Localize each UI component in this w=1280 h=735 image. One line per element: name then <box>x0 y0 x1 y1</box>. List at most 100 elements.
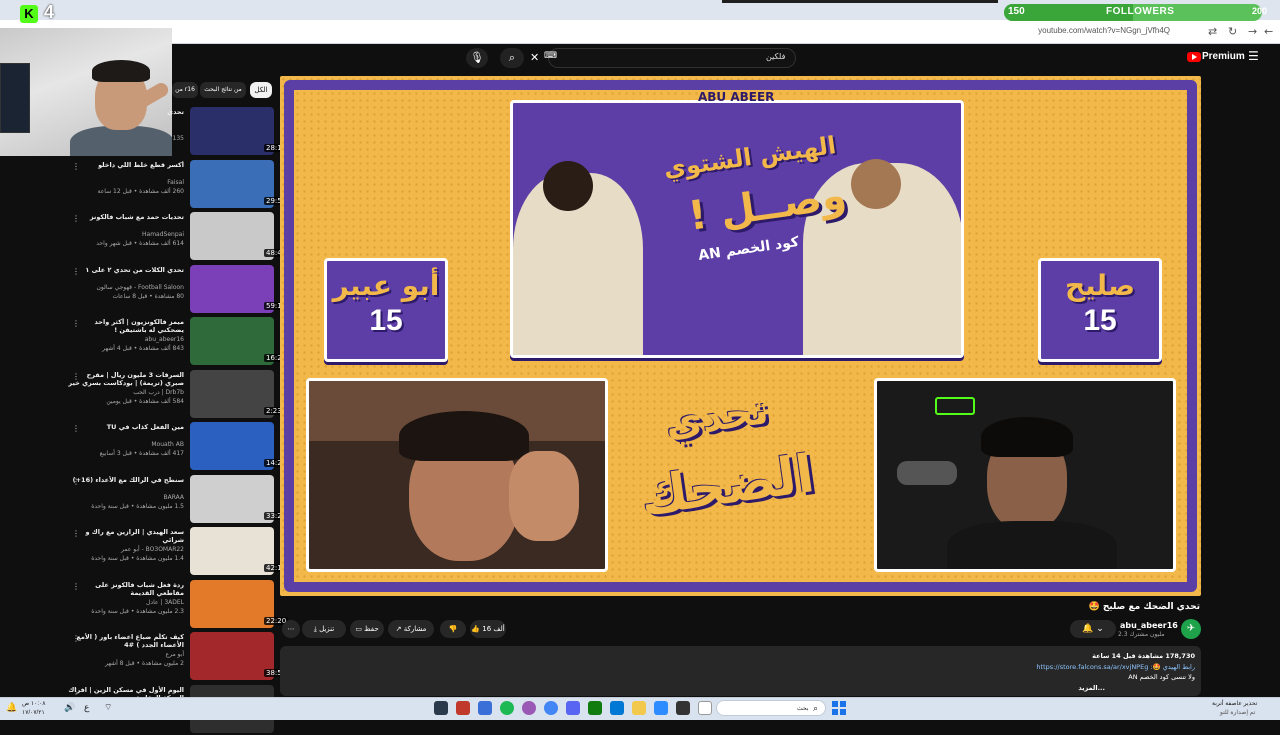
related-video-thumbnail[interactable] <box>190 159 274 208</box>
chrome-icon[interactable] <box>544 701 558 715</box>
related-video-thumbnail[interactable] <box>190 107 274 155</box>
related-video-title[interactable]: سنطح في الرالك مع الأعداء (16+) <box>68 476 184 484</box>
more-options-icon[interactable]: ⋮ <box>72 477 80 486</box>
more-options-icon[interactable]: ⋮ <box>72 372 80 381</box>
related-video-title[interactable]: تحدي <box>68 108 184 116</box>
related-video-channel[interactable]: abu_abeer16 <box>145 336 184 343</box>
related-video-title[interactable]: أكسر قطع خلط اللي داخلو <box>68 161 184 169</box>
keyboard-icon[interactable]: ⌨ <box>544 51 557 61</box>
related-video-channel[interactable]: HamadSenpai <box>142 231 184 238</box>
related-video-item[interactable]: 29:59 أكسر قطع خلط اللي داخلو Faisal 260 أل… <box>72 159 289 210</box>
save-button[interactable]: ▭ حفظ <box>350 620 384 638</box>
description-box[interactable]: 178,730 مشاهدة قبل 14 ساعة رابط الهيدي 🤩… <box>280 646 1201 696</box>
video-player[interactable]: الهيش الشتوي وصــل ! كود الخصم AN ABU AB… <box>280 76 1201 596</box>
more-options-icon[interactable]: ⋮ <box>72 109 80 118</box>
notification-bell-button[interactable]: 🔔 ⌄ <box>1070 620 1116 638</box>
search-value[interactable]: فلكين <box>766 52 785 61</box>
related-video-item[interactable]: 2:23:20السرقات 3 مليون ريال | مقرح صبري … <box>68 369 295 420</box>
more-options-icon[interactable]: ⋮ <box>72 162 80 171</box>
related-video-channel[interactable]: 3ADEL | عادل <box>146 599 184 606</box>
app-icon-red[interactable] <box>456 701 470 715</box>
epic-games-icon[interactable] <box>676 701 690 715</box>
related-video-title[interactable]: كيف تكلّم ضباع اعضاء باور ( الأمع الأعضا… <box>68 633 184 649</box>
more-options-icon[interactable]: ⋮ <box>72 424 80 433</box>
related-video-thumbnail[interactable] <box>190 632 274 680</box>
notification-icon[interactable]: 🔔 <box>6 702 17 713</box>
related-video-title[interactable]: مين الفعل كذاب في TU <box>68 423 184 431</box>
more-options-icon[interactable]: ⋮ <box>72 582 80 591</box>
xbox-icon[interactable] <box>588 701 602 715</box>
forward-icon[interactable]: → <box>1248 25 1257 38</box>
description-more[interactable]: ...المزيد <box>1078 684 1105 692</box>
more-options-icon[interactable]: ⋮ <box>72 529 80 538</box>
related-video-channel[interactable]: Drb7b | درب الحب <box>133 389 184 396</box>
related-video-item[interactable]: 33:24 سنطح في الرالك مع الأعداء (16+) BARA… <box>72 474 289 525</box>
related-video-thumbnail[interactable] <box>190 212 274 260</box>
spotify-icon[interactable] <box>500 701 514 715</box>
app-icon-blue[interactable] <box>478 701 492 715</box>
like-button[interactable]: 👍 16 ألف <box>470 620 506 638</box>
app-icon-store[interactable] <box>610 701 624 715</box>
related-video-thumbnail[interactable] <box>190 264 274 313</box>
related-video-item[interactable]: 38:59 كيف تكلّم ضباع اعضاء باور ( الأمع ا… <box>72 632 289 682</box>
related-video-item[interactable]: 22:20 ردة فعل شباب فالكونز على مقاطعي الق… <box>72 579 289 630</box>
more-options-icon[interactable]: ⋮ <box>72 214 80 223</box>
related-video-thumbnail[interactable] <box>190 474 274 523</box>
volume-icon[interactable]: 🔊 <box>64 702 75 713</box>
related-video-item[interactable]: 59:12 تحدي الكلات من تحدي ٢ على ١ Football… <box>72 264 289 315</box>
related-video-channel[interactable]: Mouath AB <box>151 441 184 448</box>
chip-all[interactable]: الكل <box>250 82 272 98</box>
active-tab[interactable] <box>722 0 998 3</box>
related-video-channel[interactable]: Football Saloon - قهوجي سالون <box>97 284 185 291</box>
related-video-title[interactable]: السرقات 3 مليون ريال | مقرح صبري (تريمة)… <box>68 371 184 387</box>
related-video-thumbnail[interactable] <box>190 369 274 418</box>
related-video-item[interactable]: 28:18 تحدي 135 ⋮ <box>72 107 289 157</box>
download-button[interactable]: ⤓ تنزيل <box>302 620 346 638</box>
more-options-icon[interactable]: ⋮ <box>72 687 80 696</box>
description-link[interactable]: رابط الهيدي 🤩: https://store.falcons.sa/… <box>1036 663 1195 671</box>
wifi-icon[interactable]: ⌔ <box>104 702 112 713</box>
related-video-title[interactable]: ردة فعل شباب فالكونز على مقاطعي القديمة <box>68 581 184 597</box>
url-text[interactable]: youtube.com/watch?v=NGgn_jVfh4Q <box>1038 26 1170 35</box>
menu-icon[interactable]: ☰ <box>1248 49 1259 63</box>
more-options-icon[interactable]: ⋮ <box>72 319 80 328</box>
channel-avatar[interactable]: ✈ <box>1181 619 1201 639</box>
app-icon-purple[interactable] <box>522 701 536 715</box>
chip-related-search[interactable]: من نتائج البحث <box>200 82 246 98</box>
related-video-channel[interactable]: Faisal <box>167 179 184 186</box>
channel-name[interactable]: abu_abeer16 <box>1120 621 1178 630</box>
related-video-thumbnail[interactable] <box>190 317 274 365</box>
taskbar-search[interactable]: بحث ⌕ <box>716 700 826 716</box>
related-video-channel[interactable]: BARAA <box>163 494 184 501</box>
related-video-item[interactable]: 48:45 تحديات حمد مع شباب فالكونز HamadSenp… <box>72 212 289 262</box>
back-icon[interactable]: ← <box>1264 25 1273 38</box>
search-icon[interactable]: ⌕ <box>500 48 524 68</box>
more-actions-button[interactable]: ⋯ <box>282 620 300 638</box>
related-video-title[interactable]: سعد الهيدي | الرازين مع راك و شرائي <box>68 528 185 544</box>
related-video-thumbnail[interactable] <box>190 527 274 575</box>
search-input[interactable] <box>548 48 796 68</box>
related-video-thumbnail[interactable] <box>190 422 274 470</box>
clock-time[interactable]: ١٠:٠٨ ص <box>22 700 45 707</box>
discord-icon[interactable] <box>566 701 580 715</box>
edge-icon[interactable] <box>654 701 668 715</box>
clear-search-icon[interactable]: ✕ <box>530 51 539 64</box>
related-video-item[interactable]: 42:11 سعد الهيدي | الرازين مع راك و شرائي… <box>72 527 289 577</box>
clock-date[interactable]: ١٧/٠٧/٢١ <box>22 709 45 716</box>
more-options-icon[interactable]: ⋮ <box>72 267 80 276</box>
chip-from[interactable]: من r16 <box>172 82 198 98</box>
tab-search-icon[interactable]: ⇄ <box>1208 25 1217 38</box>
related-video-title[interactable]: ميمز فالكونزيون | أكثر واحد يضحكني له با… <box>68 318 184 334</box>
more-options-icon[interactable]: ⋮ <box>72 634 80 643</box>
related-video-thumbnail[interactable] <box>190 579 274 628</box>
start-icon[interactable] <box>832 701 846 715</box>
related-video-title[interactable]: تحديات حمد مع شباب فالكونز <box>68 213 184 221</box>
share-button[interactable]: ↗ مشاركة <box>388 620 434 638</box>
related-video-channel[interactable]: أبو مرع <box>166 651 184 658</box>
reload-icon[interactable]: ↻ <box>1228 25 1237 38</box>
premium-label[interactable]: Premium <box>1202 51 1245 62</box>
related-video-channel[interactable]: BO3OMAR22 - أبو عمر <box>121 546 184 553</box>
related-video-title[interactable]: تحدي الكلات من تحدي ٢ على ١ <box>68 266 184 274</box>
file-explorer-icon[interactable] <box>632 701 646 715</box>
app-icon-white[interactable] <box>698 701 712 715</box>
